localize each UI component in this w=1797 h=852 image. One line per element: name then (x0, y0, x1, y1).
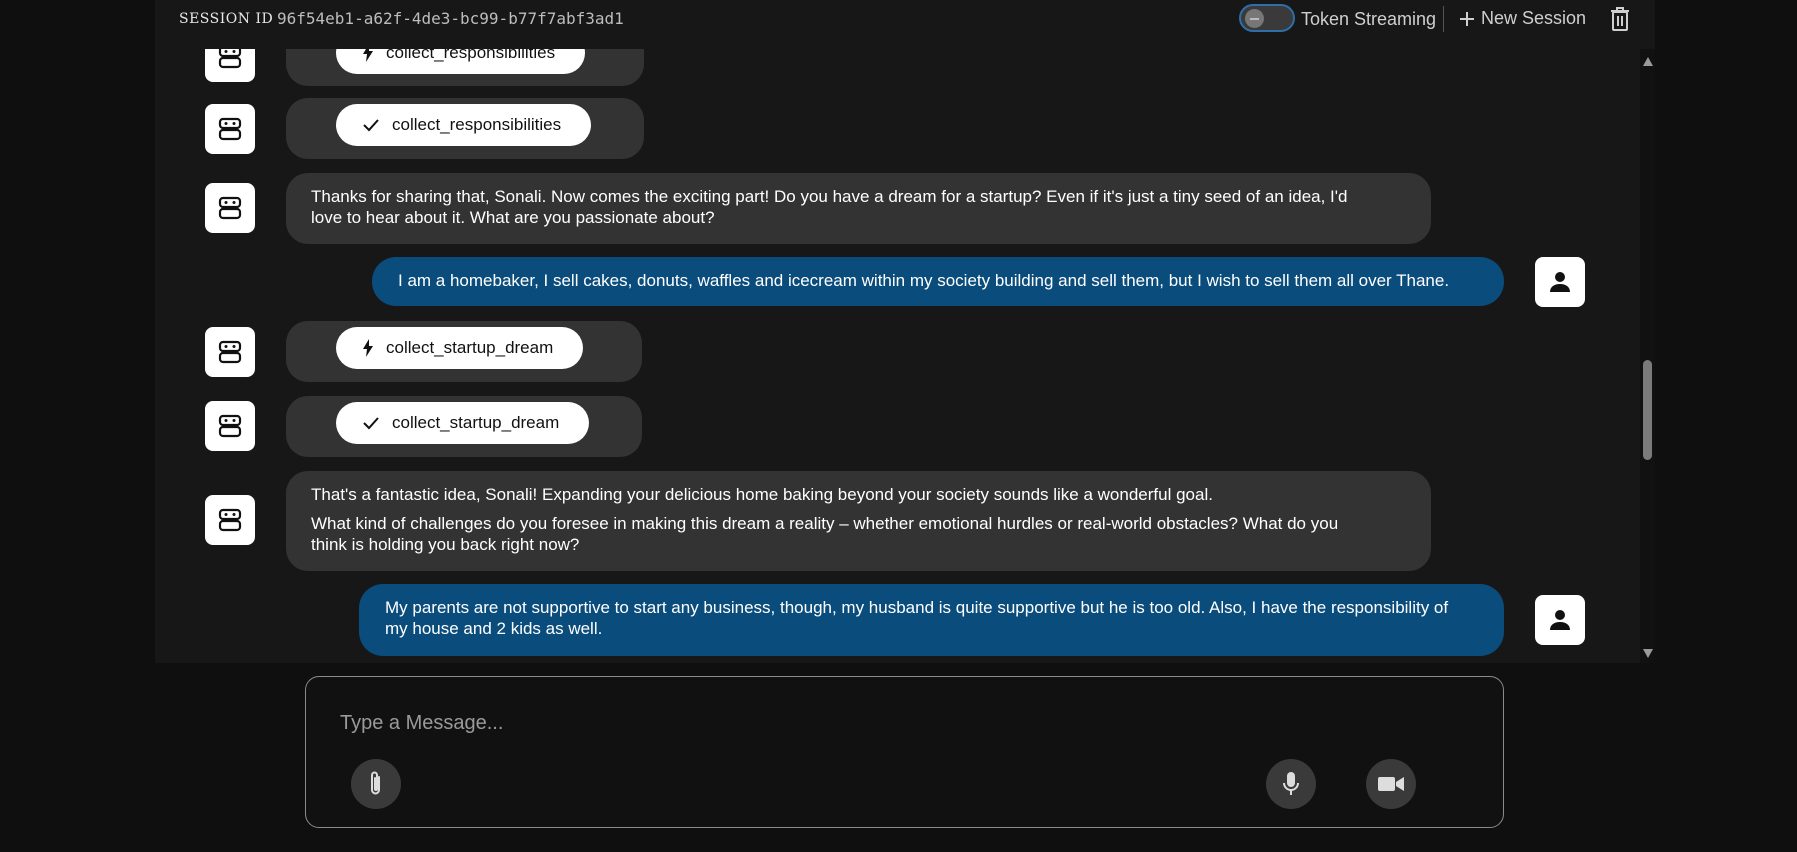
new-session-label: New Session (1481, 8, 1587, 28)
robot-icon (218, 196, 242, 220)
new-session-button[interactable]: New Session (1458, 8, 1586, 29)
message-line: My parents are not supportive to start a… (385, 598, 1449, 617)
robot-icon (218, 508, 242, 532)
microphone-button[interactable] (1266, 759, 1316, 809)
header-divider (1443, 6, 1444, 32)
message-line: think is holding you back right now? (311, 535, 580, 554)
robot-icon (218, 340, 242, 364)
message-line: I am a homebaker, I sell cakes, donuts, … (398, 271, 1450, 290)
check-icon (363, 417, 379, 430)
video-camera-icon (1378, 777, 1404, 791)
bot-avatar (205, 183, 255, 233)
plus-icon (1460, 11, 1474, 26)
tool-name: collect_startup_dream (386, 338, 554, 357)
trash-icon[interactable] (1608, 6, 1632, 32)
tool-call-chip[interactable]: collect_startup_dream (336, 327, 584, 369)
token-streaming-toggle[interactable] (1239, 4, 1295, 32)
chat-scrollbar[interactable] (1640, 49, 1655, 663)
user-avatar (1535, 595, 1585, 645)
microphone-icon (1283, 772, 1299, 795)
session-id-value: 96f54eb1-a62f-4de3-bc99-b77f7abf3ad1 (277, 9, 624, 28)
tool-call-chip[interactable]: collect_responsibilities (336, 49, 586, 74)
message-line: What kind of challenges do you foresee i… (311, 514, 1339, 533)
assistant-message: That's a fantastic idea, Sonali! Expandi… (286, 471, 1431, 571)
user-message: I am a homebaker, I sell cakes, donuts, … (372, 257, 1504, 306)
tool-call-bubble: collect_startup_dream (286, 321, 642, 382)
tool-result-bubble: collect_startup_dream (286, 396, 642, 457)
bolt-icon (363, 49, 373, 62)
token-streaming-label: Token Streaming (1301, 9, 1437, 29)
bot-avatar (205, 104, 255, 154)
paperclip-icon (371, 771, 380, 795)
message-composer (305, 676, 1504, 828)
person-icon (1550, 272, 1570, 292)
check-icon (363, 119, 379, 132)
tool-result-chip[interactable]: collect_responsibilities (336, 104, 592, 146)
person-icon (1550, 610, 1570, 630)
tool-result-bubble: collect_responsibilities (286, 98, 644, 159)
session-header: SESSION ID 96f54eb1-a62f-4de3-bc99-b77f7… (155, 0, 1655, 49)
tool-name: collect_startup_dream (392, 413, 560, 432)
message-line: That's a fantastic idea, Sonali! Expandi… (311, 485, 1213, 504)
bot-avatar (205, 495, 255, 545)
user-avatar (1535, 257, 1585, 307)
video-button[interactable] (1366, 759, 1416, 809)
attach-button[interactable] (351, 759, 401, 809)
scroll-up-arrow-icon[interactable] (1643, 57, 1653, 66)
message-line: Thanks for sharing that, Sonali. Now com… (311, 187, 1348, 206)
robot-icon (218, 414, 242, 438)
tool-result-chip[interactable]: collect_startup_dream (336, 402, 590, 444)
bot-avatar (205, 327, 255, 377)
bot-avatar (205, 401, 255, 451)
scroll-down-arrow-icon[interactable] (1643, 649, 1653, 658)
tool-call-bubble: collect_responsibilities (286, 49, 644, 86)
tool-name: collect_responsibilities (386, 49, 556, 62)
session-id-label: SESSION ID (179, 11, 274, 27)
message-line: love to hear about it. What are you pass… (311, 208, 715, 227)
tool-name: collect_responsibilities (392, 115, 562, 134)
message-line: my house and 2 kids as well. (385, 619, 603, 638)
chat-area: collect_responsibilities collect_respons… (155, 49, 1655, 663)
message-input[interactable] (338, 707, 1442, 739)
toggle-knob (1245, 9, 1264, 28)
bot-avatar (205, 49, 255, 82)
robot-icon (218, 49, 242, 69)
user-message: My parents are not supportive to start a… (359, 584, 1504, 656)
bolt-icon (363, 339, 373, 357)
scrollbar-thumb[interactable] (1643, 360, 1652, 460)
robot-icon (218, 117, 242, 141)
assistant-message: Thanks for sharing that, Sonali. Now com… (286, 173, 1431, 244)
